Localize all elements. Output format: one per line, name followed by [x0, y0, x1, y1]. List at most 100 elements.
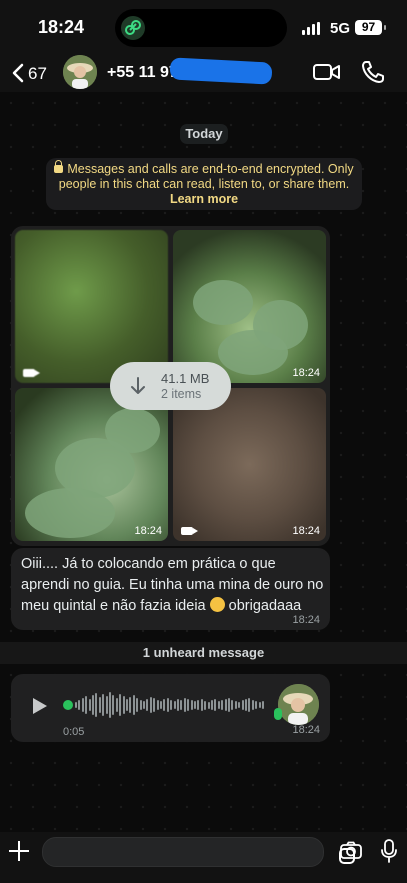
waveform-bar: [258, 702, 261, 708]
download-button[interactable]: 41.1 MB 2 items: [110, 362, 231, 410]
waveform-bar: [234, 701, 237, 709]
waveform-bar: [132, 695, 135, 715]
camera-icon[interactable]: [340, 841, 362, 859]
waveform-bar: [119, 694, 122, 716]
waveform-bar: [194, 701, 196, 709]
waveform-bar: [156, 700, 159, 710]
learn-more-link[interactable]: Learn more: [170, 192, 238, 206]
waveform-bar: [170, 700, 173, 710]
signal-icon: [302, 22, 324, 35]
playback-scrubber[interactable]: [63, 700, 73, 710]
message-text: Oiii.... Já to colocando em prática o qu…: [21, 554, 326, 617]
waveform-bar: [262, 701, 264, 709]
waveform-bar: [136, 698, 139, 712]
unread-divider: 1 unheard message: [0, 642, 407, 664]
waveform-bar: [112, 695, 115, 715]
photo-time: 18:24: [134, 525, 162, 537]
waveform-bar: [180, 700, 183, 710]
waveform-bar: [177, 699, 179, 711]
video-thumbnail[interactable]: 18:24: [173, 388, 326, 541]
waveform-bar: [211, 700, 213, 710]
download-size: 41.1 MB: [161, 371, 210, 386]
dynamic-island: [115, 9, 287, 47]
waveform-bar: [146, 699, 149, 711]
smiling-emoji-icon: [209, 597, 225, 612]
waveform-bar: [78, 700, 81, 710]
waveform-bar: [105, 696, 108, 714]
composer-bar: [0, 832, 407, 883]
photo-time: 18:24: [292, 367, 320, 379]
waveform-bar: [163, 699, 166, 711]
waveform-bar: [122, 696, 125, 714]
waveform-bar: [200, 699, 203, 711]
unread-count[interactable]: 67: [28, 64, 47, 84]
waveform-bar: [129, 697, 132, 713]
arrow-down-icon: [128, 376, 148, 396]
waveform-bar: [238, 702, 241, 708]
waveform-bar: [217, 701, 220, 709]
waveform-bar: [95, 693, 98, 717]
download-item-count: 2 items: [161, 387, 202, 401]
avatar[interactable]: [63, 55, 97, 89]
waveform-bar: [143, 701, 145, 709]
battery-tip: [384, 25, 386, 30]
waveform-bar: [228, 698, 230, 712]
clock: 18:24: [38, 17, 85, 37]
lock-icon: [54, 160, 64, 173]
waveform-bar: [160, 701, 162, 709]
video-camera-icon[interactable]: [313, 60, 341, 84]
waveform-bar: [187, 699, 190, 711]
link-icon: [121, 16, 145, 40]
waveform-bar: [255, 701, 258, 709]
waveform-bar: [173, 701, 176, 709]
waveform[interactable]: [75, 692, 265, 718]
waveform-bar: [75, 702, 77, 708]
photo-thumbnail[interactable]: 18:24: [173, 230, 326, 383]
message-input[interactable]: [42, 837, 355, 867]
waveform-bar: [98, 697, 101, 713]
waveform-bar: [204, 700, 207, 710]
waveform-bar: [92, 695, 94, 715]
video-thumbnail[interactable]: [15, 230, 168, 383]
waveform-bar: [166, 698, 169, 712]
day-divider: Today: [180, 124, 228, 144]
photo-thumbnail[interactable]: 18:24: [15, 388, 168, 541]
encryption-notice[interactable]: Messages and calls are end-to-end encryp…: [46, 158, 362, 210]
phone-icon[interactable]: [360, 59, 386, 85]
waveform-bar: [245, 699, 247, 711]
waveform-bar: [139, 700, 142, 710]
message-bubble[interactable]: Oiii.... Já to colocando em prática o qu…: [11, 548, 330, 630]
video-time: 18:24: [292, 525, 320, 537]
voice-message[interactable]: 0:05 18:24: [11, 674, 330, 742]
play-icon[interactable]: [33, 698, 47, 714]
waveform-bar: [85, 696, 88, 714]
microphone-icon: [274, 708, 282, 720]
waveform-bar: [224, 699, 227, 711]
plus-icon[interactable]: [8, 840, 30, 862]
waveform-bar: [207, 701, 210, 709]
video-icon: [181, 527, 198, 535]
waveform-bar: [241, 700, 244, 710]
status-bar: 18:24 5G 97: [0, 0, 407, 56]
waveform-bar: [190, 700, 193, 710]
waveform-bar: [149, 697, 152, 713]
waveform-bar: [115, 698, 118, 712]
waveform-bar: [231, 700, 234, 710]
voice-avatar: [278, 684, 319, 725]
waveform-bar: [102, 694, 105, 716]
voice-time: 18:24: [292, 724, 320, 736]
waveform-bar: [221, 700, 224, 710]
waveform-bar: [251, 700, 254, 710]
waveform-bar: [88, 699, 91, 711]
microphone-icon[interactable]: [380, 839, 398, 863]
waveform-bar: [183, 698, 186, 712]
waveform-bar: [214, 699, 217, 711]
waveform-bar: [248, 698, 251, 712]
chevron-left-icon[interactable]: [8, 62, 30, 84]
message-time: 18:24: [292, 614, 320, 626]
voice-duration: 0:05: [63, 726, 85, 738]
waveform-bar: [197, 700, 200, 710]
encryption-text: Messages and calls are end-to-end encryp…: [58, 162, 354, 191]
message-text-end: obrigadaaa: [228, 598, 302, 614]
chat-header: 67 +55 11 9700: [0, 55, 407, 92]
